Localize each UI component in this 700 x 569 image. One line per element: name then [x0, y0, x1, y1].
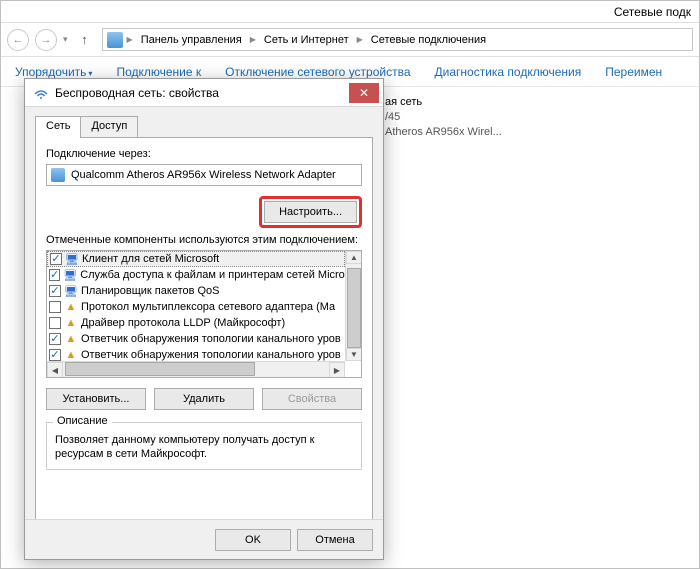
component-label: Протокол мультиплексора сетевого адаптер…: [81, 301, 335, 313]
component-icon: 🖥: [64, 284, 78, 298]
scroll-thumb[interactable]: [65, 362, 255, 376]
tab-panel: Подключение через: Qualcomm Atheros AR95…: [35, 137, 373, 533]
description-text: Позволяет данному компьютеру получать до…: [55, 433, 353, 461]
dialog-title: Беспроводная сеть: свойства: [55, 86, 219, 100]
cancel-button[interactable]: Отмена: [297, 529, 373, 551]
component-icon: ▲: [64, 332, 78, 346]
list-item[interactable]: ▲Драйвер протокола LLDP (Майкрософт): [47, 315, 345, 331]
up-button[interactable]: ↑: [74, 29, 96, 51]
connect-via-label: Подключение через:: [46, 148, 362, 160]
checkbox[interactable]: [49, 349, 61, 361]
checkbox[interactable]: [49, 317, 61, 329]
address-bar[interactable]: ▶ Панель управления ▶ Сеть и Интернет ▶ …: [102, 28, 693, 51]
component-label: Планировщик пакетов QoS: [81, 285, 220, 297]
adapter-icon: [51, 168, 65, 182]
horizontal-scrollbar[interactable]: ◀ ▶: [47, 361, 345, 377]
organize-menu[interactable]: Упорядочить▾: [15, 65, 92, 79]
uninstall-button[interactable]: Удалить: [154, 388, 254, 410]
list-item[interactable]: 🖥Клиент для сетей Microsoft: [47, 251, 345, 267]
component-icon: 🖥: [65, 252, 79, 266]
configure-button[interactable]: Настроить...: [264, 201, 357, 223]
component-icon: ▲: [64, 316, 78, 330]
wifi-icon: [33, 85, 49, 101]
component-label: Ответчик обнаружения топологии канальног…: [81, 333, 341, 345]
ok-button[interactable]: OK: [215, 529, 291, 551]
components-list: 🖥Клиент для сетей Microsoft🖥Служба досту…: [46, 250, 362, 378]
checkbox[interactable]: [49, 333, 61, 345]
component-label: Ответчик обнаружения топологии канальног…: [81, 349, 341, 361]
checkbox[interactable]: [50, 253, 62, 265]
breadcrumb[interactable]: Сетевые подключения: [367, 34, 490, 46]
chevron-right-icon: ▶: [248, 35, 258, 44]
breadcrumb[interactable]: Сеть и Интернет: [260, 34, 353, 46]
description-legend: Описание: [53, 415, 112, 427]
component-label: Служба доступа к файлам и принтерам сете…: [80, 269, 345, 281]
disable-device-button[interactable]: Отключение сетевого устройства: [225, 65, 410, 79]
nav-row: ← → ▾ ↑ ▶ Панель управления ▶ Сеть и Инт…: [1, 23, 699, 57]
close-button[interactable]: ✕: [349, 83, 379, 103]
component-buttons: Установить... Удалить Свойства: [46, 388, 362, 410]
checkbox[interactable]: [49, 269, 60, 281]
properties-dialog: Беспроводная сеть: свойства ✕ Сеть Досту…: [24, 78, 384, 560]
component-icon: ▲: [64, 300, 78, 314]
highlight-annotation: Настроить...: [259, 196, 362, 228]
component-label: Клиент для сетей Microsoft: [82, 253, 219, 265]
location-icon: [107, 32, 123, 48]
component-icon: 🖥: [63, 268, 77, 282]
scroll-thumb[interactable]: [347, 268, 361, 348]
dialog-titlebar[interactable]: Беспроводная сеть: свойства ✕: [25, 79, 383, 107]
connection-name: ая сеть: [385, 95, 617, 110]
list-item[interactable]: ▲Протокол мультиплексора сетевого адапте…: [47, 299, 345, 315]
list-item[interactable]: ▲Ответчик обнаружения топологии канально…: [47, 331, 345, 347]
window-title: Сетевые подк: [1, 1, 699, 23]
forward-button[interactable]: →: [35, 29, 57, 51]
connection-status: /45: [385, 110, 617, 125]
diagnose-button[interactable]: Диагностика подключения: [435, 65, 582, 79]
rename-button[interactable]: Переимен: [605, 65, 662, 79]
scroll-up-icon[interactable]: ▲: [346, 251, 362, 264]
adapter-field[interactable]: Qualcomm Atheros AR956x Wireless Network…: [46, 164, 362, 186]
component-label: Драйвер протокола LLDP (Майкрософт): [81, 317, 285, 329]
tab-network[interactable]: Сеть: [35, 116, 81, 138]
vertical-scrollbar[interactable]: ▲ ▼: [345, 251, 361, 361]
list-item[interactable]: ▲Ответчик обнаружения топологии канально…: [47, 347, 345, 361]
dialog-footer: OK Отмена: [25, 519, 383, 559]
list-item[interactable]: 🖥Планировщик пакетов QoS: [47, 283, 345, 299]
checkbox[interactable]: [49, 301, 61, 313]
checkbox[interactable]: [49, 285, 61, 297]
tab-access[interactable]: Доступ: [80, 116, 138, 138]
dialog-body: Сеть Доступ Подключение через: Qualcomm …: [25, 107, 383, 533]
adapter-name: Qualcomm Atheros AR956x Wireless Network…: [71, 169, 336, 181]
chevron-right-icon: ▶: [355, 35, 365, 44]
scroll-down-icon[interactable]: ▼: [346, 348, 362, 361]
list-item[interactable]: 🖥Служба доступа к файлам и принтерам сет…: [47, 267, 345, 283]
connect-to-button[interactable]: Подключение к: [116, 65, 201, 79]
chevron-right-icon: ▶: [125, 35, 135, 44]
connection-adapter: Atheros AR956x Wirel...: [385, 125, 617, 140]
description-group: Описание Позволяет данному компьютеру по…: [46, 422, 362, 470]
scroll-left-icon[interactable]: ◀: [47, 362, 63, 378]
properties-button[interactable]: Свойства: [262, 388, 362, 410]
network-connection-item[interactable]: ая сеть /45 Atheros AR956x Wirel...: [381, 91, 621, 144]
back-button[interactable]: ←: [7, 29, 29, 51]
component-icon: ▲: [64, 348, 78, 361]
scroll-right-icon[interactable]: ▶: [329, 362, 345, 378]
components-label: Отмеченные компоненты используются этим …: [46, 234, 362, 246]
install-button[interactable]: Установить...: [46, 388, 146, 410]
history-dropdown[interactable]: ▾: [63, 34, 68, 45]
tab-strip: Сеть Доступ: [35, 116, 373, 138]
breadcrumb[interactable]: Панель управления: [137, 34, 246, 46]
